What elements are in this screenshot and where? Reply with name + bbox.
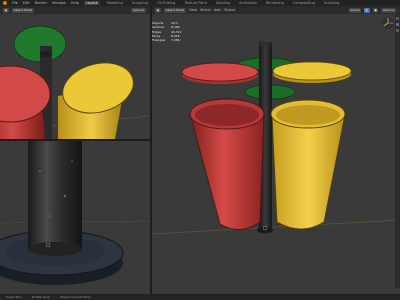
viewport-top-left-scene (0, 6, 150, 139)
tool-tab-icon[interactable] (396, 29, 399, 32)
viewport-main[interactable]: ▦ Object Mode View Select Add Object Glo… (152, 6, 400, 294)
shading-solid-icon[interactable]: ● (372, 7, 379, 13)
tool-tab-icon[interactable] (396, 23, 399, 26)
mode-dropdown[interactable]: Object Mode (163, 7, 186, 13)
tab-sculpting[interactable]: Sculpting (130, 1, 150, 5)
viewport-sidebar-tabs (395, 14, 400, 288)
menu-window[interactable]: Window (52, 1, 66, 5)
tab-shading[interactable]: Shading (214, 1, 232, 5)
options-button[interactable]: Options (381, 7, 396, 13)
stat-value: 7,986 (171, 38, 180, 43)
viewport-main-scene (152, 6, 400, 294)
tab-compositing[interactable]: Compositing (291, 1, 317, 5)
tab-texture-paint[interactable]: Texture Paint (182, 1, 209, 5)
tab-modeling[interactable]: Modeling (105, 1, 125, 5)
status-bar: Select Box Rotate View Object Context Me… (0, 294, 400, 300)
menu-select[interactable]: Select (200, 8, 211, 12)
viewport-bottom-left[interactable] (0, 141, 150, 294)
menu-render[interactable]: Render (35, 1, 47, 5)
editor-type-icon[interactable]: ▦ (3, 7, 9, 13)
viewport-top-left-header: ▦ Object Mode Options (0, 6, 150, 14)
tab-rendering[interactable]: Rendering (264, 1, 286, 5)
mode-dropdown[interactable]: Object Mode (11, 7, 34, 13)
menu-file[interactable]: File (12, 1, 18, 5)
viewport-top-left[interactable]: ▦ Object Mode Options (0, 6, 150, 139)
menu-view[interactable]: View (189, 8, 197, 12)
status-middle: Rotate View (31, 295, 50, 299)
tool-tab-icon[interactable] (396, 17, 399, 20)
tab-animation[interactable]: Animation (237, 1, 259, 5)
viewport-bottom-left-scene (0, 141, 150, 294)
blender-logo-icon[interactable] (3, 1, 7, 5)
overlay-toggle-icon[interactable]: ◐ (364, 7, 370, 13)
statistics-overlay: Objects 0/13 Vertices 8,296 Edges 16,312 Fa… (152, 21, 182, 42)
status-right: Object Context Menu (59, 295, 92, 299)
transform-orientation-dropdown[interactable]: Global (348, 7, 362, 13)
status-left: Select Box (6, 295, 22, 299)
navigation-gizmo[interactable] (381, 16, 395, 30)
viewport-main-header: ▦ Object Mode View Select Add Object Glo… (152, 6, 400, 14)
options-button[interactable]: Options (131, 7, 146, 13)
editor-type-icon[interactable]: ▦ (155, 7, 161, 13)
tab-uv-editing[interactable]: UV Editing (155, 1, 177, 5)
tab-scripting[interactable]: Scripting (322, 1, 342, 5)
menu-add[interactable]: Add (214, 8, 221, 12)
tab-layout[interactable]: Layout (83, 1, 100, 5)
menu-object[interactable]: Object (224, 8, 235, 12)
menu-help[interactable]: Help (71, 1, 79, 5)
stat-label: Triangles (152, 38, 166, 43)
menu-edit[interactable]: Edit (23, 1, 30, 5)
